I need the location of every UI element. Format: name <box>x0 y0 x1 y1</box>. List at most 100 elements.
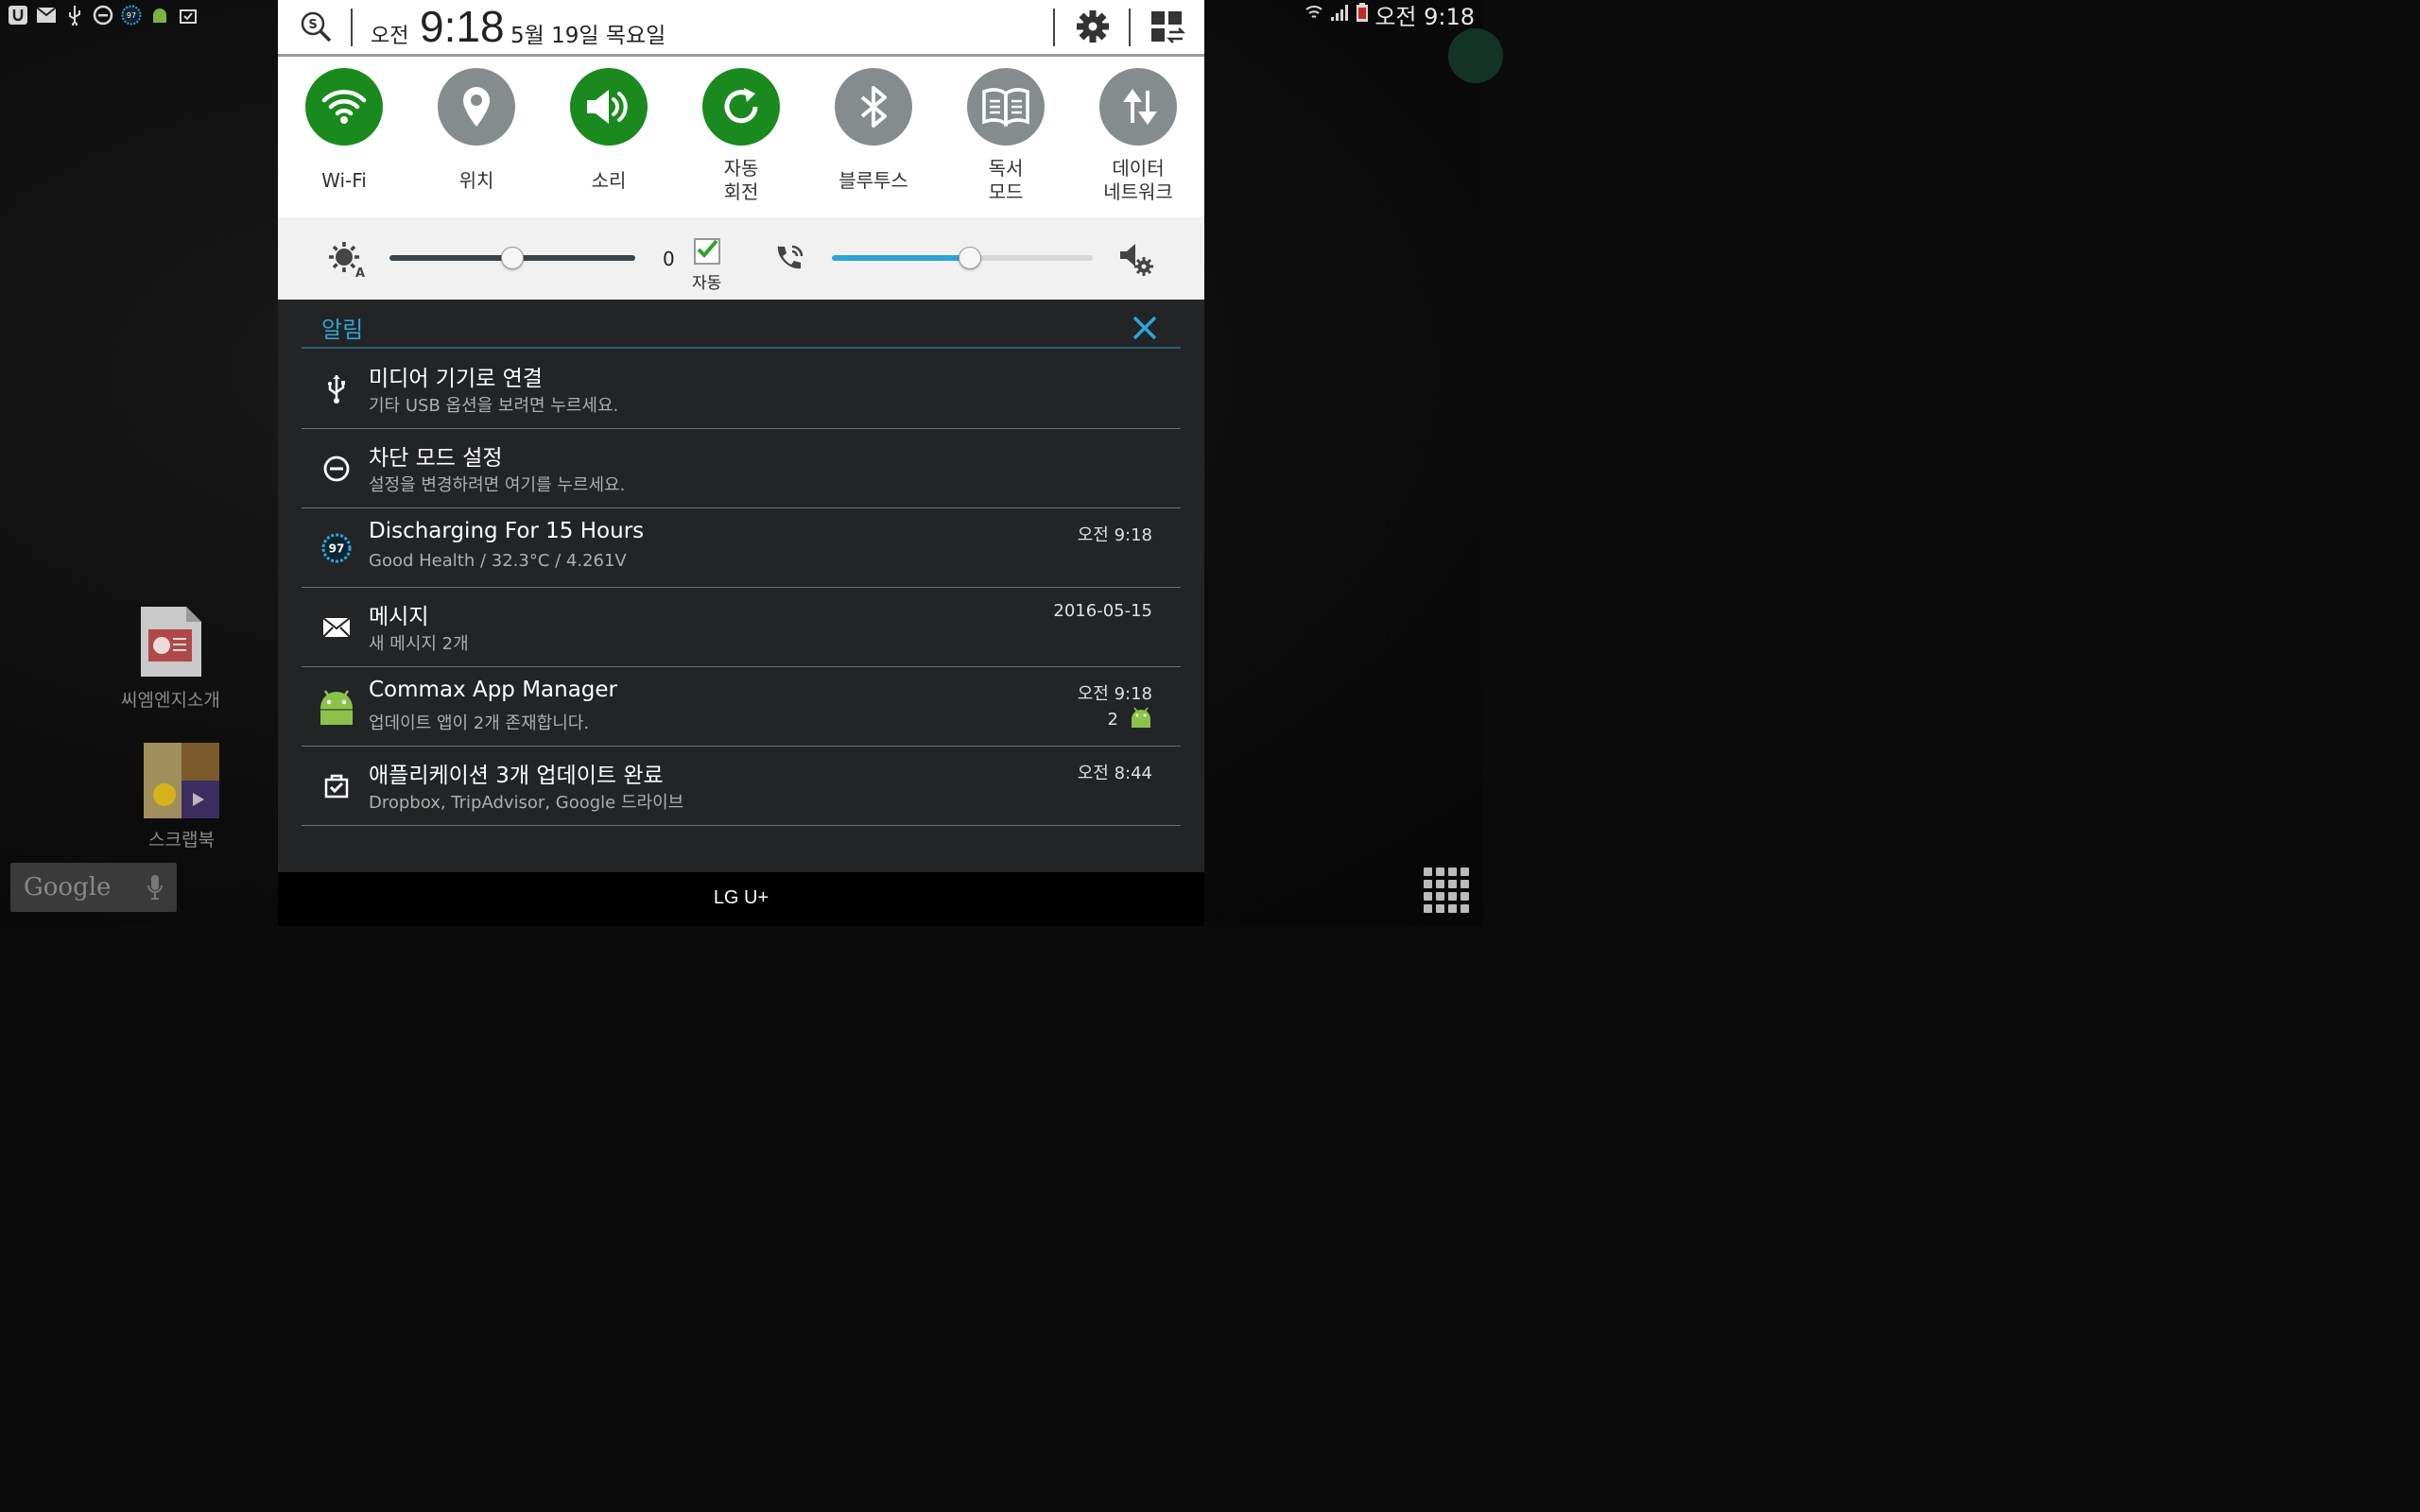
notification-time: 오전 9:18 <box>1077 525 1152 545</box>
notification-item-battery[interactable]: 97 Discharging For 15 Hours Good Health … <box>302 507 1181 588</box>
edge-handle[interactable] <box>1448 28 1503 83</box>
brightness-slider-thumb[interactable] <box>501 247 524 269</box>
quick-settings: Wi-Fi 위치 소리 자동 회전 블루투스 독서 모드 데이터 네트워크 <box>278 57 1204 217</box>
edit-toggles-grid-icon[interactable] <box>1150 9 1185 45</box>
desktop-shortcut-scrapbook[interactable]: 스크랩북 <box>144 743 219 851</box>
volume-settings-icon[interactable] <box>1117 240 1157 280</box>
update-icon <box>178 5 199 26</box>
notification-subtitle: 설정을 변경하려면 여기를 누르세요. <box>369 475 626 495</box>
notification-title: 미디어 기기로 연결 <box>369 367 543 391</box>
notifications-header: 알림 <box>278 300 1204 351</box>
toggle-data-network[interactable]: 데이터 네트워크 <box>1072 68 1204 206</box>
toggle-label: 소리 <box>591 168 627 192</box>
data-network-icon <box>1123 89 1157 125</box>
toggle-sound[interactable]: 소리 <box>543 68 675 206</box>
notification-subtitle: Good Health / 32.3°C / 4.261V <box>369 551 627 571</box>
panel-header: S 오전 9:18 5월 19일 목요일 <box>278 0 1204 57</box>
toggle-reading-mode[interactable]: 독서 모드 <box>940 68 1072 206</box>
settings-gear-icon[interactable] <box>1076 9 1110 43</box>
android-small-icon <box>1132 707 1150 728</box>
sound-icon <box>587 90 628 124</box>
data-toggle-circle[interactable] <box>1099 68 1177 146</box>
ringtone-volume-icon <box>777 245 804 269</box>
notification-subtitle: 기타 USB 옵션을 보려면 누르세요. <box>369 396 619 416</box>
notification-subtitle: 새 메시지 2개 <box>369 634 469 654</box>
toggle-auto-rotate[interactable]: 자동 회전 <box>675 68 807 206</box>
clear-all-close-icon[interactable] <box>1129 312 1161 344</box>
rotate-toggle-circle[interactable] <box>702 68 780 146</box>
bluetooth-icon <box>860 86 887 128</box>
google-search-bar[interactable]: Google <box>10 863 177 912</box>
toggle-location[interactable]: 위치 <box>410 68 543 206</box>
notification-time: 2016-05-15 <box>1053 601 1152 621</box>
wifi-toggle-circle[interactable] <box>305 68 383 146</box>
notification-time: 오전 9:18 <box>1077 684 1152 704</box>
sound-toggle-circle[interactable] <box>570 68 648 146</box>
battery-97-icon: 97 <box>317 528 356 568</box>
rotate-icon <box>724 88 758 124</box>
notification-title: Commax App Manager <box>369 678 618 702</box>
reading-toggle-circle[interactable] <box>967 68 1045 146</box>
battery-icon <box>1356 2 1369 26</box>
microphone-icon[interactable] <box>147 874 164 904</box>
notification-item-usb[interactable]: 미디어 기기로 연결 기타 USB 옵션을 보려면 누르세요. <box>302 349 1181 429</box>
presentation-file-icon <box>141 607 202 677</box>
notification-panel: S 오전 9:18 5월 19일 목요일 Wi-Fi 위치 소리 자동 회전 블… <box>278 0 1204 872</box>
brightness-value: 0 <box>663 248 675 270</box>
notification-title: 애플리케이션 3개 업데이트 완료 <box>369 764 664 788</box>
slider-area: A 0 자동 <box>278 217 1204 300</box>
apps-grid-icon[interactable] <box>1424 868 1469 913</box>
status-bar-left: 97 <box>8 4 199 26</box>
svg-text:A: A <box>355 266 365 279</box>
location-icon <box>463 87 490 127</box>
usb-icon <box>317 369 356 409</box>
android-icon <box>317 687 356 727</box>
desktop-shortcut-label: 스크랩북 <box>148 830 215 850</box>
notification-item-message[interactable]: 메시지 새 메시지 2개 2016-05-15 <box>302 587 1181 667</box>
battery-97-icon: 97 <box>121 5 142 26</box>
toggle-label: 데이터 네트워크 <box>1103 157 1173 203</box>
mail-icon <box>36 5 57 26</box>
svg-text:S: S <box>308 18 317 32</box>
android-icon <box>149 5 170 26</box>
toggle-label: Wi-Fi <box>321 168 367 192</box>
status-bar-time: 오전 9:18 <box>1374 3 1475 30</box>
volume-slider-thumb[interactable] <box>959 247 982 269</box>
auto-brightness-label: 자동 <box>692 274 722 293</box>
block-mode-icon <box>93 5 113 26</box>
carrier-bar: LG U+ <box>278 872 1204 926</box>
clock-ampm: 오전 <box>371 25 409 48</box>
update-icon <box>317 766 356 806</box>
location-toggle-circle[interactable] <box>438 68 515 146</box>
desktop-shortcut-cmeng[interactable]: 씨엠엔지소개 <box>121 605 220 712</box>
clock-time: 9:18 <box>420 2 505 51</box>
notification-title: 차단 모드 설정 <box>369 446 503 471</box>
wifi-icon <box>321 90 367 124</box>
volume-slider-fill <box>832 255 971 261</box>
notification-time: 오전 8:44 <box>1077 764 1152 783</box>
mail-icon <box>317 608 356 647</box>
toggle-label: 블루투스 <box>838 168 908 192</box>
bluetooth-toggle-circle[interactable] <box>835 68 912 146</box>
toggle-wifi[interactable]: Wi-Fi <box>278 68 410 206</box>
scrapbook-icon <box>144 743 219 818</box>
cell-signal-icon <box>1329 2 1350 26</box>
auto-brightness-checkbox[interactable] <box>694 238 720 265</box>
notification-item-block-mode[interactable]: 차단 모드 설정 설정을 변경하려면 여기를 누르세요. <box>302 428 1181 508</box>
clock-date: 5월 19일 목요일 <box>510 24 666 48</box>
toggle-label: 위치 <box>458 168 494 192</box>
notification-item-commax[interactable]: Commax App Manager 업데이트 앱이 2개 존재합니다. 오전 … <box>302 666 1181 747</box>
carrier-label: LG U+ <box>713 887 769 908</box>
svg-text:97: 97 <box>329 542 345 556</box>
notification-subtitle: Dropbox, TripAdvisor, Google 드라이브 <box>369 793 684 813</box>
toggle-bluetooth[interactable]: 블루투스 <box>807 68 940 206</box>
desktop-shortcut-label: 씨엠엔지소개 <box>121 690 220 711</box>
usb-icon <box>64 5 85 26</box>
notification-item-app-updates[interactable]: 애플리케이션 3개 업데이트 완료 Dropbox, TripAdvisor, … <box>302 746 1181 826</box>
check-icon <box>697 239 718 258</box>
notifications-title: 알림 <box>321 317 364 343</box>
s-finder-search-icon[interactable]: S <box>299 9 333 43</box>
block-mode-icon <box>317 449 356 489</box>
status-bar-right: 오전 9:18 <box>1305 0 1475 30</box>
toggle-label: 독서 모드 <box>988 157 1024 203</box>
